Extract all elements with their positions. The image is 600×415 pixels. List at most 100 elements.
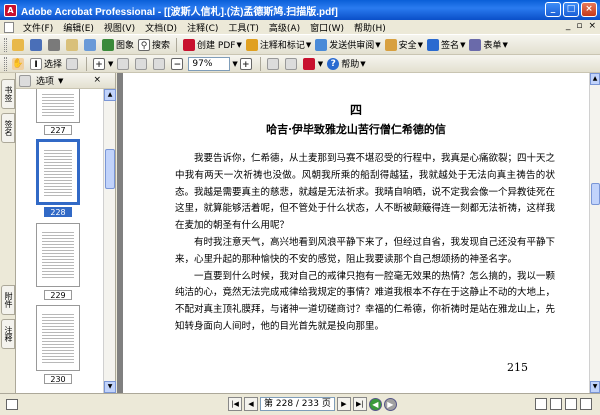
navigation-tabs: 书签 签名 附件 注释 xyxy=(0,73,16,393)
single-page-icon[interactable] xyxy=(535,398,547,410)
chapter-number: 四 xyxy=(349,103,362,117)
printer-icon xyxy=(48,38,60,51)
chevron-down-icon: ▼ xyxy=(108,59,114,68)
forms-button[interactable]: 表单 ▼ xyxy=(467,37,509,53)
close-button[interactable]: × xyxy=(581,2,597,17)
menu-advanced[interactable]: 高级(A) xyxy=(264,21,305,34)
first-page-button[interactable]: |◀ xyxy=(228,397,242,411)
menu-window[interactable]: 窗口(W) xyxy=(305,21,349,34)
email-button[interactable] xyxy=(64,37,82,53)
menu-view[interactable]: 视图(V) xyxy=(99,21,140,34)
comment-markup-label: 注释和标记 xyxy=(259,41,305,51)
menu-help[interactable]: 帮助(H) xyxy=(349,21,391,34)
fit-page-button[interactable] xyxy=(133,56,151,72)
save-button[interactable] xyxy=(28,37,46,53)
fit-width-button[interactable] xyxy=(151,56,169,72)
menu-document[interactable]: 文档(D) xyxy=(140,21,182,34)
facing-icon[interactable] xyxy=(565,398,577,410)
send-review-button[interactable]: 发送供审阅 ▼ xyxy=(313,37,382,53)
tab-comments[interactable]: 注释 xyxy=(1,319,15,349)
reading-mode-button[interactable]: ▼ xyxy=(301,56,325,72)
menu-comments[interactable]: 注释(C) xyxy=(182,21,223,34)
open-button[interactable] xyxy=(10,37,28,53)
tab-attachments[interactable]: 附件 xyxy=(1,285,15,315)
scroll-up-arrow-icon[interactable]: ▲ xyxy=(590,73,600,85)
create-pdf-button[interactable]: 创建 PDF ▼ xyxy=(181,37,244,53)
menu-file[interactable]: 文件(F) xyxy=(18,21,58,34)
snapshot-button[interactable] xyxy=(64,56,82,72)
document-icon[interactable] xyxy=(4,21,14,33)
actual-size-button[interactable] xyxy=(115,56,133,72)
attach-button[interactable] xyxy=(82,37,100,53)
maximize-button[interactable]: □ xyxy=(563,2,579,17)
thumbnails-scrollbar[interactable]: ▲ ▼ xyxy=(103,89,116,393)
rotate-button[interactable] xyxy=(265,56,283,72)
thumbnail-page-228[interactable] xyxy=(36,139,80,205)
hand-icon: ✋ xyxy=(12,57,24,70)
thumbnail-page-227[interactable] xyxy=(36,89,80,123)
comment-pen-icon xyxy=(245,38,258,51)
navigation-toolbar: ✋ I 选择 + ▼ − 97% ▼ + ▼ ? 帮助 ▼ xyxy=(0,55,600,73)
toolbar-separator xyxy=(86,56,88,71)
send-review-label: 发送供审阅 xyxy=(329,41,375,51)
toolbar-grip[interactable] xyxy=(4,56,7,71)
page-number-input[interactable]: 第 228 / 233 页 xyxy=(260,397,335,411)
zoom-level-input[interactable]: 97% xyxy=(188,56,231,71)
document-scrollbar[interactable]: ▲ ▼ xyxy=(589,73,600,393)
chevron-down-icon: ▼ xyxy=(502,40,508,49)
zoom-out-button[interactable]: − xyxy=(169,56,187,72)
comment-markup-button[interactable]: 注释和标记 ▼ xyxy=(244,37,313,53)
next-view-button[interactable]: ▶ xyxy=(383,397,397,411)
menu-tools[interactable]: 工具(T) xyxy=(223,21,264,34)
continuous-facing-icon[interactable] xyxy=(580,398,592,410)
zoom-tool-button[interactable]: + ▼ xyxy=(91,56,115,72)
pdf-page: 四 哈吉·伊毕致雅龙山苦行僧仁希德的信 我要告诉你，仁希德，从土麦那到马赛不堪忍… xyxy=(123,73,589,393)
doc-minimize-button[interactable]: _ xyxy=(566,21,571,31)
sign-button[interactable]: 签名 ▼ xyxy=(425,37,467,53)
help-button[interactable]: ? 帮助 ▼ xyxy=(325,56,367,72)
page-size-icon[interactable] xyxy=(6,399,18,410)
scroll-down-arrow-icon[interactable]: ▼ xyxy=(590,381,600,393)
page-view-button[interactable] xyxy=(283,56,301,72)
zoom-in-button[interactable]: + xyxy=(238,56,256,72)
main-toolbar: 图象 ⚲ 搜索 创建 PDF ▼ 注释和标记 ▼ 发送供审阅 ▼ 安全 ▼ 签名 ▼ 表单 ▼ xyxy=(0,35,600,55)
print-button[interactable] xyxy=(46,37,64,53)
tab-bookmarks[interactable]: 书签 xyxy=(1,79,15,109)
forms-label: 表单 xyxy=(483,41,502,51)
previous-view-button[interactable]: ◀ xyxy=(368,397,382,411)
last-page-button[interactable]: ▶| xyxy=(352,397,367,411)
hand-tool-button[interactable]: ✋ xyxy=(10,56,28,72)
thumbnail-label: 230 xyxy=(44,374,72,384)
toolbar-grip[interactable] xyxy=(4,37,7,52)
minimize-button[interactable]: _ xyxy=(545,2,561,17)
menu-edit[interactable]: 编辑(E) xyxy=(58,21,99,34)
tab-signatures[interactable]: 签名 xyxy=(1,113,15,143)
folder-icon xyxy=(12,38,24,51)
image-button[interactable]: 图象 xyxy=(100,37,136,53)
options-button[interactable]: 选项 xyxy=(36,74,54,87)
help-label: 帮助 xyxy=(341,60,360,70)
scrollbar-thumb[interactable] xyxy=(591,183,600,205)
next-page-button[interactable]: ▶ xyxy=(336,397,351,411)
select-tool-button[interactable]: I 选择 xyxy=(28,56,64,72)
envelope-icon xyxy=(66,38,78,51)
scroll-up-arrow-icon[interactable]: ▲ xyxy=(104,89,116,101)
thumbnail-page-230[interactable] xyxy=(36,305,80,371)
window-controls: _ □ × xyxy=(545,2,597,17)
security-button[interactable]: 安全 ▼ xyxy=(383,37,425,53)
doc-restore-button[interactable]: ▫ xyxy=(576,21,582,31)
binoculars-icon: ⚲ xyxy=(138,38,151,51)
letter-title: 哈吉·伊毕致雅龙山苦行僧仁希德的信 xyxy=(266,123,446,136)
thumbnail-page-229[interactable] xyxy=(36,223,80,287)
chevron-down-icon: ▼ xyxy=(317,59,324,68)
previous-page-button[interactable]: ◀ xyxy=(244,397,258,411)
chevron-down-icon[interactable]: ▼ xyxy=(58,77,63,85)
search-button[interactable]: ⚲ 搜索 xyxy=(136,37,172,53)
scroll-down-arrow-icon[interactable]: ▼ xyxy=(104,381,116,393)
document-window-controls: _ ▫ × xyxy=(566,21,596,31)
toolbar-separator xyxy=(259,56,261,71)
scrollbar-thumb[interactable] xyxy=(105,149,115,189)
continuous-icon[interactable] xyxy=(550,398,562,410)
doc-close-button[interactable]: × xyxy=(588,21,596,31)
close-panel-icon[interactable]: × xyxy=(93,75,101,85)
